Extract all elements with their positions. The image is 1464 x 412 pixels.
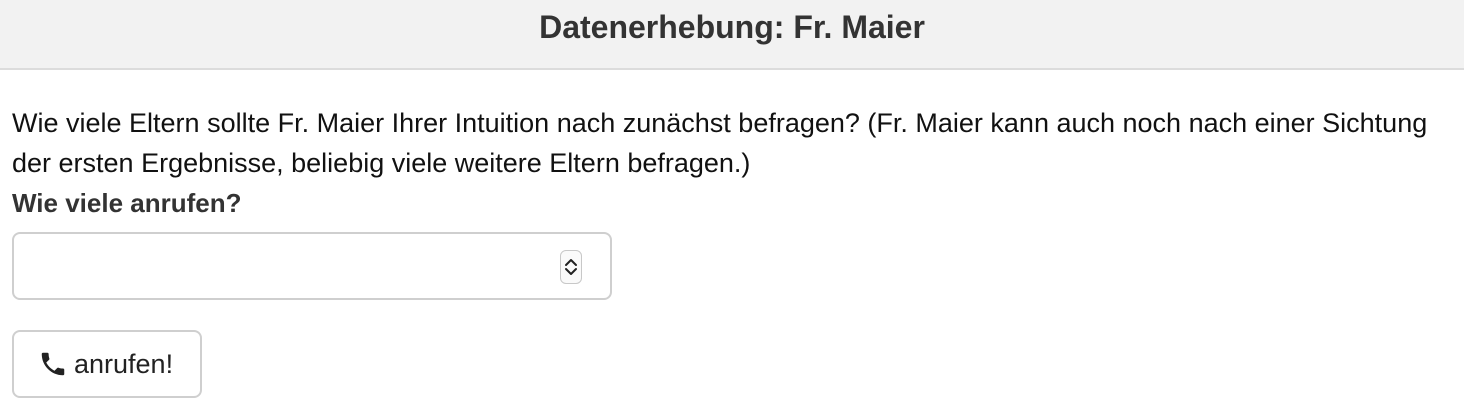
chevron-down-icon[interactable] (564, 267, 578, 277)
chevron-up-icon[interactable] (564, 257, 578, 267)
input-label: Wie viele anrufen? (12, 188, 242, 218)
page-header: Datenerhebung: Fr. Maier (0, 0, 1464, 70)
call-button-label: anrufen! (74, 348, 174, 379)
call-button[interactable]: anrufen! (12, 330, 202, 398)
call-count-input[interactable] (12, 232, 612, 300)
page-title: Datenerhebung: Fr. Maier (539, 8, 925, 45)
phone-icon (41, 352, 65, 376)
number-stepper[interactable] (560, 250, 582, 284)
question-text: Wie viele Eltern sollte Fr. Maier Ihrer … (12, 108, 1428, 178)
